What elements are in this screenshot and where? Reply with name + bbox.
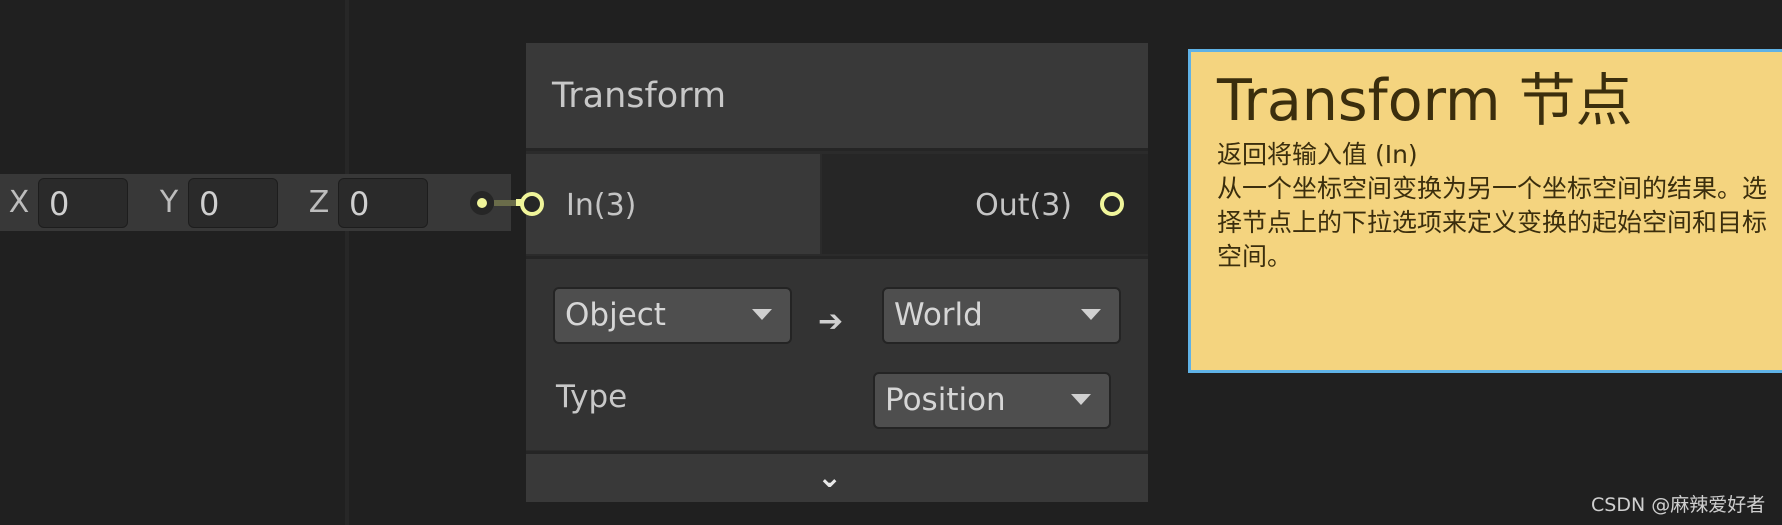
dropdown-caret-icon xyxy=(752,309,772,320)
x-input[interactable]: 0 xyxy=(38,177,128,228)
y-input[interactable]: 0 xyxy=(188,177,278,228)
from-space-value: Object xyxy=(565,297,666,333)
arrow-right-icon: ➔ xyxy=(818,304,844,339)
input-port-icon[interactable] xyxy=(520,192,544,216)
output-port-label: Out(3) xyxy=(975,188,1072,223)
node-title: Transform xyxy=(552,76,727,116)
z-input[interactable]: 0 xyxy=(338,177,428,228)
output-port-icon[interactable] xyxy=(1100,192,1124,216)
transform-node[interactable]: Transform In(3) Out(3) Object ➔ World Ty… xyxy=(520,43,1148,502)
to-space-value: World xyxy=(894,297,983,333)
watermark: CSDN @麻辣爱好者 xyxy=(1591,494,1766,516)
chevron-down-icon: ⌄ xyxy=(817,460,843,495)
output-port-row: Out(3) xyxy=(822,154,1148,254)
note-description: 返回将输入值 (In) 从一个坐标空间变换为另一个坐标空间的结果。选择节点上的下… xyxy=(1217,140,1768,271)
to-space-dropdown[interactable]: World xyxy=(882,287,1121,344)
type-label: Type xyxy=(556,379,628,415)
note-title: Transform 节点 xyxy=(1217,68,1633,134)
vector-output-port[interactable] xyxy=(470,191,494,215)
node-options: Object ➔ World Type Position xyxy=(526,256,1148,450)
y-label: Y xyxy=(159,185,179,220)
node-header[interactable]: Transform xyxy=(526,43,1148,151)
type-dropdown[interactable]: Position xyxy=(873,372,1111,429)
vector3-input-field: X 0 Y 0 Z 0 xyxy=(0,174,511,231)
collapse-button[interactable]: ⌄ xyxy=(526,451,1148,502)
input-port-label: In(3) xyxy=(566,188,637,223)
x-label: X xyxy=(8,185,30,220)
z-label: Z xyxy=(308,185,330,220)
graph-grid-line xyxy=(345,0,349,525)
dropdown-caret-icon xyxy=(1081,309,1101,320)
input-port-row: In(3) xyxy=(520,154,820,254)
type-value: Position xyxy=(885,382,1006,418)
connection-wire xyxy=(494,200,516,206)
sticky-note[interactable]: Transform 节点 返回将输入值 (In) 从一个坐标空间变换为另一个坐标… xyxy=(1188,49,1782,373)
from-space-dropdown[interactable]: Object xyxy=(553,287,792,344)
dropdown-caret-icon xyxy=(1071,394,1091,405)
